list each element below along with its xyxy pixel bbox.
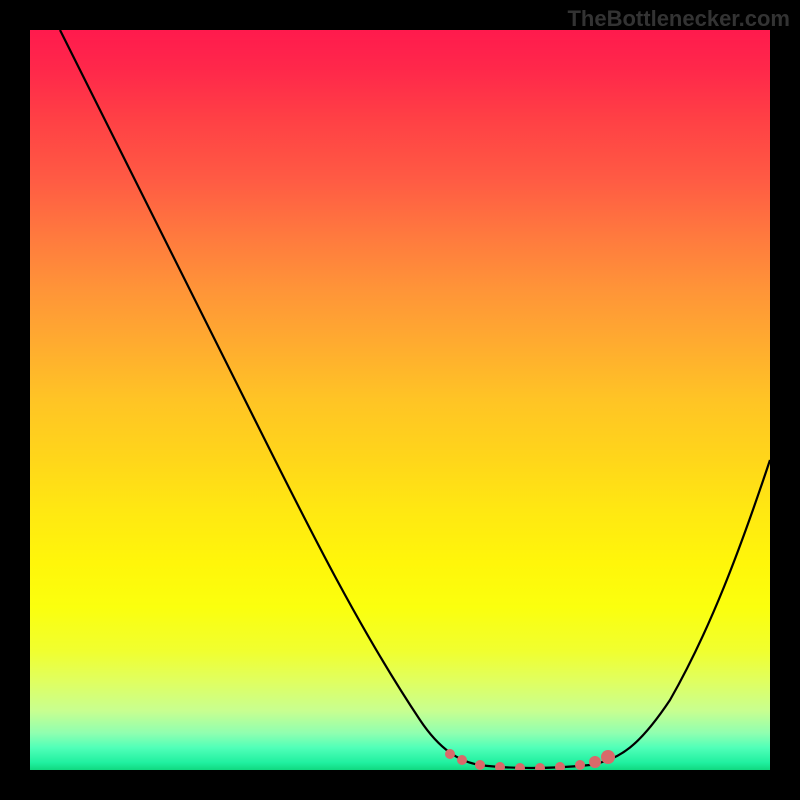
optimal-region-dots [445,749,615,770]
plot-area [30,30,770,770]
chart-container: TheBottlenecker.com [0,0,800,800]
curve-svg [30,30,770,770]
watermark-text: TheBottlenecker.com [567,6,790,32]
bottleneck-curve [60,30,770,768]
